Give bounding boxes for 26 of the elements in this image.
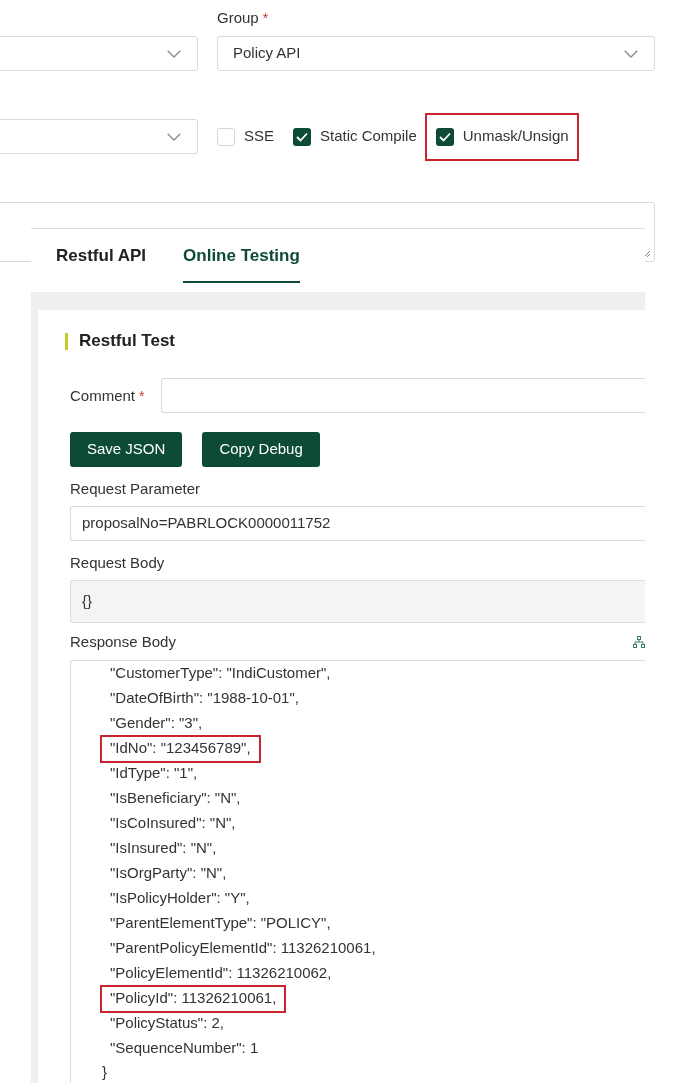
- json-line: "IsOrgParty": "N",: [110, 863, 227, 884]
- field-label: Request Body: [70, 553, 165, 573]
- checkbox-label: SSE: [244, 126, 274, 147]
- json-line: "ParentElementType": "POLICY",: [110, 913, 331, 934]
- field-label: Response Body: [70, 632, 176, 652]
- required-mark: *: [262, 9, 269, 28]
- json-line: "DateOfBirth": "1988-10-01",: [110, 688, 299, 709]
- json-line: "IdType": "1",: [110, 763, 198, 784]
- json-line: "Gender": "3",: [110, 713, 203, 734]
- json-line: "IsBeneficiary": "N",: [110, 788, 241, 809]
- json-line: "IsCoInsured": "N",: [110, 813, 236, 834]
- json-line: "IsInsured": "N",: [110, 838, 217, 859]
- json-line: "PolicyElementId": 11326210062,: [110, 963, 332, 984]
- field-label: Request Parameter: [70, 479, 201, 499]
- json-line: "PolicyStatus": 2,: [110, 1013, 225, 1034]
- json-line: "CustomerType": "IndiCustomer",: [110, 663, 331, 684]
- json-line: "IsPolicyHolder": "Y",: [110, 888, 250, 909]
- json-line: "ParentPolicyElementId": 11326210061,: [110, 938, 376, 959]
- checkbox-label: Unmask/Unsign: [462, 126, 569, 147]
- field-label: Comment: [70, 385, 136, 406]
- json-line: "SequenceNumber": 1: [110, 1038, 259, 1059]
- required-mark: *: [139, 386, 145, 406]
- checkbox-label: Static Compile: [320, 126, 417, 147]
- json-line: }: [102, 1063, 107, 1080]
- section-title: Restful Test: [79, 330, 176, 352]
- field-label: Group: [217, 8, 259, 28]
